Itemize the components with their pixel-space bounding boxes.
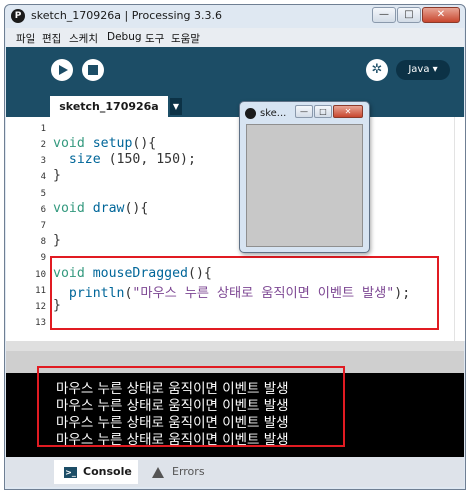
mode-selector[interactable]: Java ▾: [396, 60, 450, 80]
play-icon: [59, 65, 68, 75]
title-bar[interactable]: P sketch_170926a | Processing 3.3.6 — □ …: [5, 5, 465, 27]
maximize-button[interactable]: □: [397, 7, 421, 23]
code-line: }: [53, 168, 61, 183]
line-number: 11: [35, 286, 46, 296]
butterfly-icon: ✲: [371, 62, 383, 77]
tab-bar: sketch_170926a ▼: [6, 95, 464, 117]
close-button[interactable]: ✕: [422, 7, 460, 23]
menu-bar: 파일 편집 스케치 Debug 도구 도움말: [6, 28, 464, 47]
line-number: 10: [35, 270, 46, 280]
line-number: 12: [35, 302, 46, 312]
line-number: 1: [40, 124, 46, 134]
processing-logo-icon: P: [11, 9, 25, 23]
debug-button[interactable]: ✲: [366, 59, 388, 81]
code-highlight-box: [50, 256, 439, 330]
code-line: void draw(){: [53, 201, 149, 216]
sketch-maximize-button[interactable]: □: [314, 105, 332, 118]
line-number: 6: [40, 205, 46, 215]
line-number: 3: [40, 156, 46, 166]
code-line: }: [53, 233, 61, 248]
stop-icon: [88, 65, 98, 75]
line-number: 4: [40, 172, 46, 182]
minimize-button[interactable]: —: [372, 7, 396, 23]
warning-icon: [152, 466, 164, 478]
menu-debug[interactable]: Debug: [107, 31, 142, 43]
console-icon: >_: [64, 466, 77, 478]
code-line: void setup(){: [53, 136, 157, 151]
run-button[interactable]: [51, 59, 73, 81]
window-title: sketch_170926a | Processing 3.3.6: [31, 9, 222, 22]
sketch-output-window[interactable]: ske... — □ ✕: [239, 101, 370, 253]
tab-sketch[interactable]: sketch_170926a: [50, 96, 168, 117]
sketch-canvas[interactable]: [246, 124, 363, 247]
line-number: 7: [40, 221, 46, 231]
stop-button[interactable]: [82, 59, 104, 81]
console-tab[interactable]: >_ Console: [54, 460, 138, 484]
menu-file[interactable]: 파일: [16, 31, 35, 46]
line-number-gutter: 1 2 3 4 5 6 7 8 9 10 11 12 13: [6, 117, 50, 341]
tab-menu-button[interactable]: ▼: [170, 98, 182, 115]
sketch-minimize-button[interactable]: —: [295, 105, 313, 118]
console-highlight-box: [37, 366, 345, 447]
editor-console-splitter[interactable]: [6, 341, 464, 351]
menu-tools[interactable]: 도구: [145, 31, 164, 46]
line-number: 8: [40, 237, 46, 247]
status-bar: >_ Console Errors: [6, 457, 464, 487]
menu-sketch[interactable]: 스케치: [69, 31, 98, 46]
menu-help[interactable]: 도움말: [171, 31, 200, 46]
line-number: 2: [40, 140, 46, 150]
processing-logo-icon: [245, 108, 256, 119]
sketch-window-title: ske...: [260, 108, 287, 119]
line-number: 13: [35, 318, 46, 328]
code-line: size (150, 150);: [68, 152, 196, 167]
menu-edit[interactable]: 편집: [42, 31, 61, 46]
line-number: 9: [40, 253, 46, 263]
sketch-close-button[interactable]: ✕: [333, 105, 363, 118]
toolbar: ✲ Java ▾: [6, 47, 464, 95]
errors-tab[interactable]: Errors: [144, 460, 224, 484]
editor-scrollbar[interactable]: [454, 117, 465, 341]
line-number: 5: [40, 189, 46, 199]
